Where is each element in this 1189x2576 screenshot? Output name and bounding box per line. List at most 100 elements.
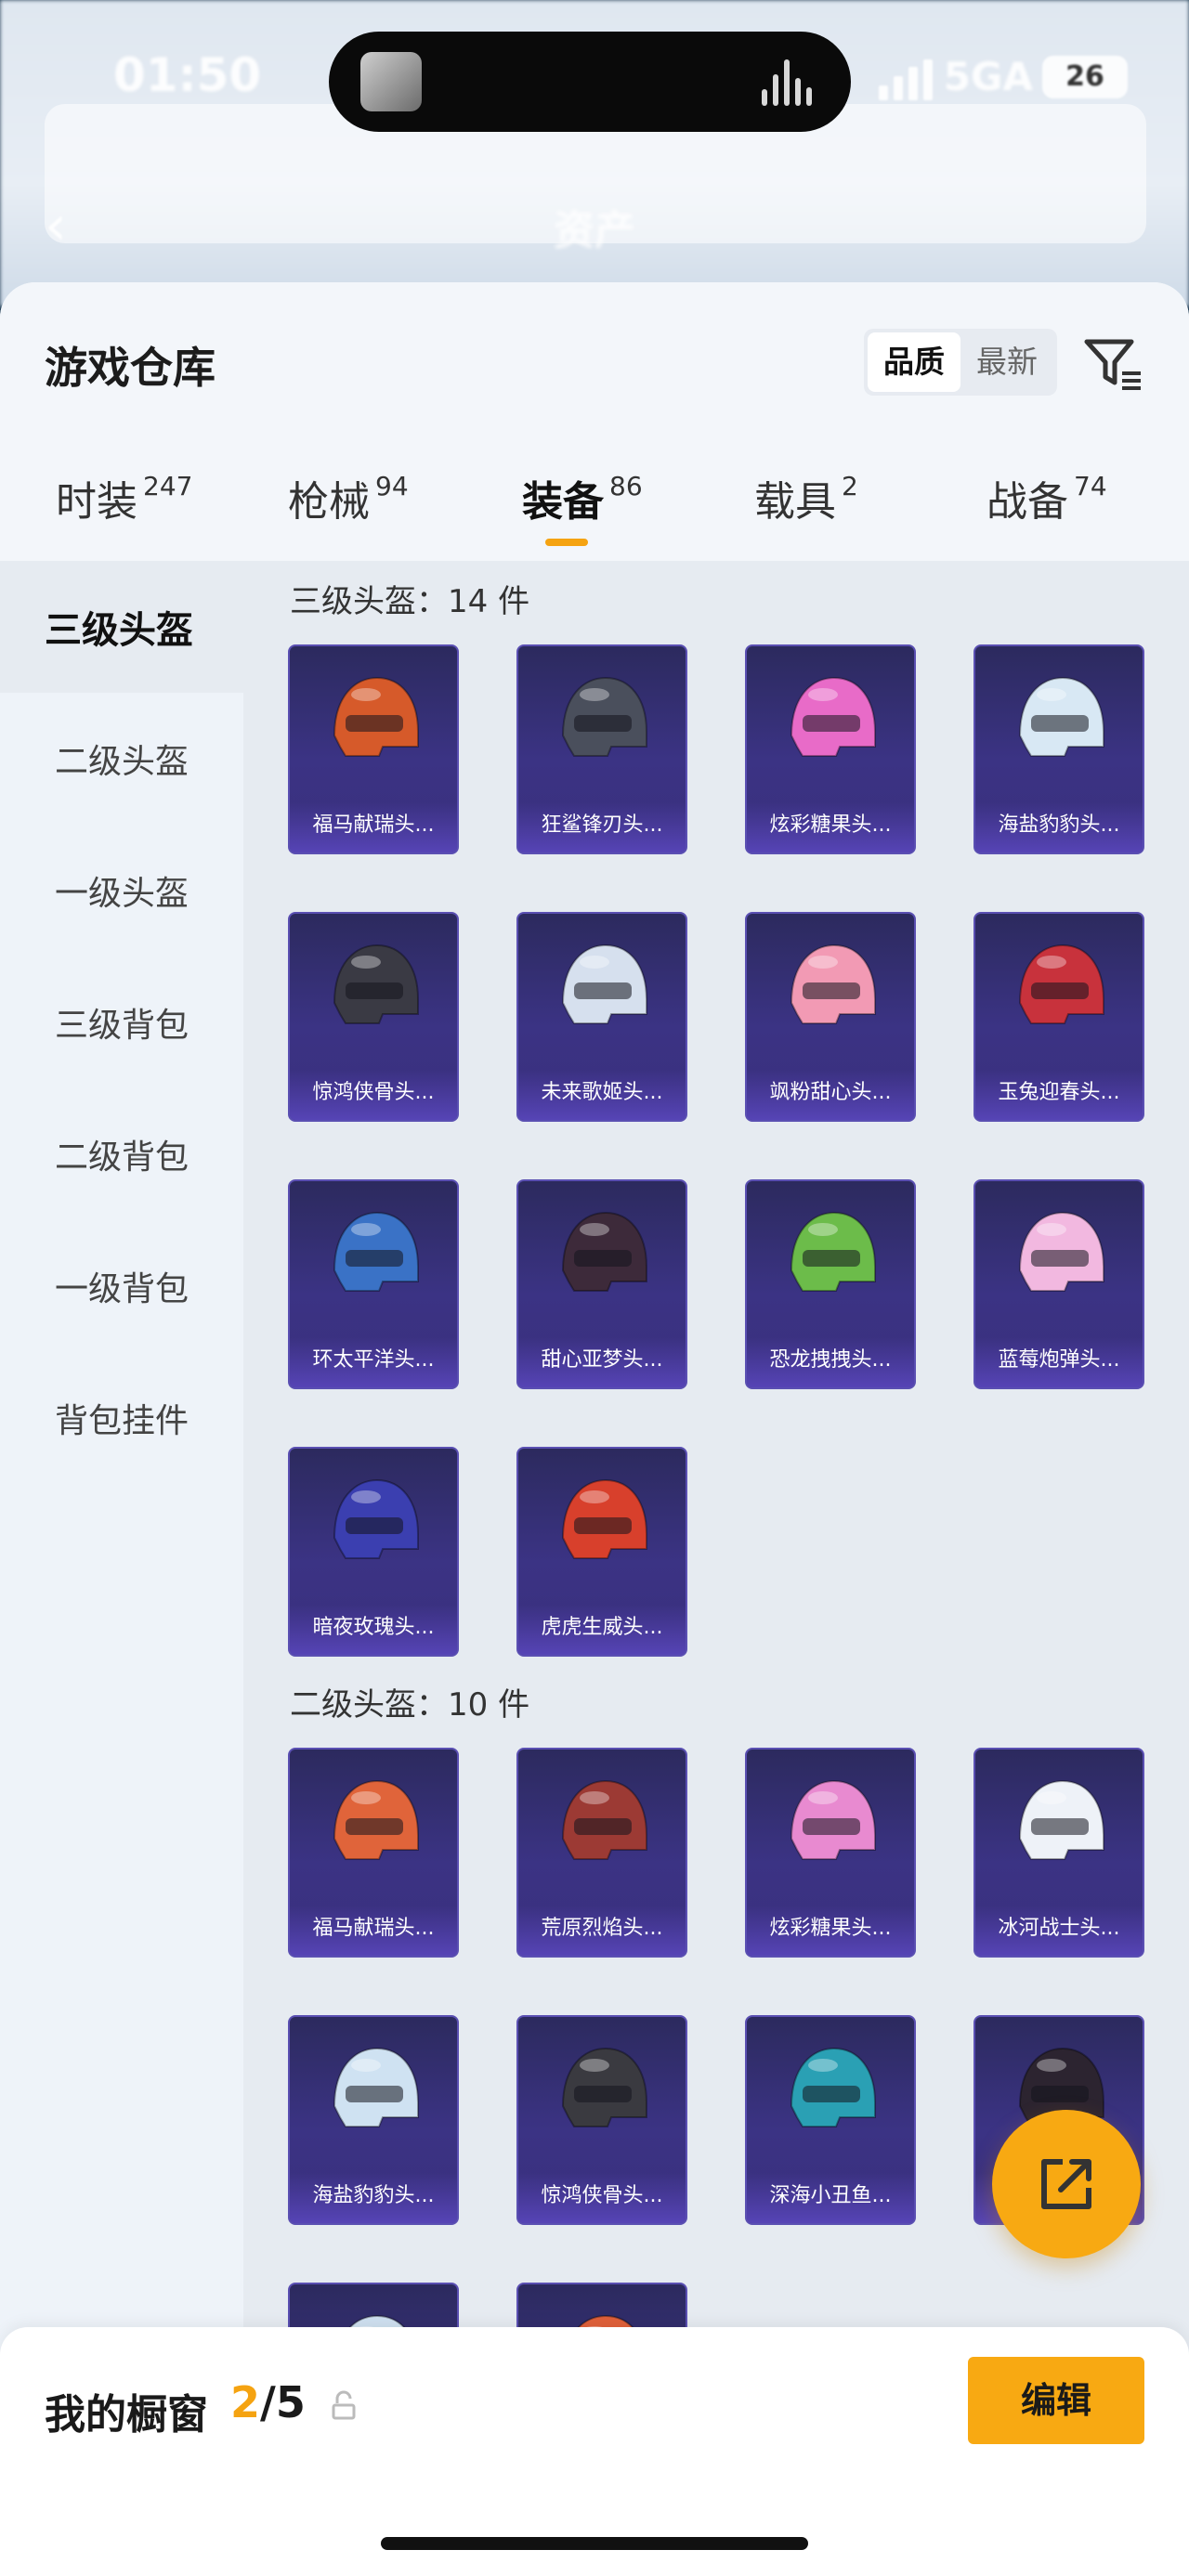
helmet-icon	[1018, 1211, 1104, 1292]
helmet-icon	[561, 943, 647, 1024]
share-button[interactable]	[992, 2110, 1141, 2258]
sheet-header: 游戏仓库 品质 最新 时装 247 枪械 94 装备 86 载具 2 战备 74	[0, 282, 1189, 561]
tab-label: 载具	[754, 478, 836, 526]
sidebar-item-backpack-charm[interactable]: 背包挂件	[0, 1352, 243, 1484]
item-card[interactable]: 惊鸿侠骨头...	[288, 912, 459, 1122]
tab-vehicles[interactable]: 载具 2	[754, 468, 858, 527]
tab-label: 战备	[986, 478, 1068, 526]
helmet-icon	[333, 1211, 419, 1292]
item-name: 恐龙拽拽头...	[769, 1348, 892, 1372]
item-card[interactable]: 环太平洋头...	[288, 1179, 459, 1389]
helmet-icon	[790, 2047, 876, 2127]
audio-wave-icon	[762, 59, 817, 106]
section-title: 二级头盔：10 件	[290, 1686, 530, 1724]
filter-icon[interactable]	[1079, 331, 1146, 397]
item-card[interactable]: 冰河战士头...	[973, 1748, 1144, 1958]
item-card[interactable]: 甜心亚梦头...	[516, 1179, 687, 1389]
item-name: 惊鸿侠骨头...	[541, 2184, 663, 2207]
item-name: 炫彩糖果头...	[769, 813, 892, 837]
sidebar-item-level3-backpack[interactable]: 三级背包	[0, 956, 243, 1088]
item-name: 甜心亚梦头...	[541, 1348, 663, 1372]
helmet-icon	[333, 943, 419, 1024]
battery-icon: 26	[1042, 56, 1128, 98]
tab-fashion[interactable]: 时装 247	[56, 468, 192, 527]
edit-button[interactable]: 编辑	[968, 2357, 1144, 2444]
helmet-icon	[333, 676, 419, 757]
tab-count: 86	[609, 471, 643, 502]
helmet-icon	[790, 943, 876, 1024]
item-name: 未来歌姬头...	[541, 1081, 663, 1104]
helmet-icon	[790, 676, 876, 757]
sort-newest-button[interactable]: 最新	[960, 332, 1053, 392]
status-time: 01:50	[113, 48, 262, 102]
item-card[interactable]: 恐龙拽拽头...	[745, 1179, 916, 1389]
item-name: 蓝莓炮弹头...	[998, 1348, 1120, 1372]
item-card[interactable]: 海盐豹豹头...	[973, 644, 1144, 854]
tab-label: 时装	[56, 478, 137, 526]
item-card[interactable]: 炫彩糖果头...	[745, 644, 916, 854]
page-title: 游戏仓库	[45, 343, 216, 393]
tab-weapons[interactable]: 枪械 94	[288, 468, 409, 527]
item-card[interactable]: 福马献瑞头...	[288, 644, 459, 854]
tab-supplies[interactable]: 战备 74	[986, 468, 1107, 527]
item-card[interactable]: 炫彩糖果头...	[745, 1748, 916, 1958]
helmet-icon	[1018, 1779, 1104, 1860]
showcase-total: /5	[260, 2377, 306, 2427]
item-name: 福马献瑞头...	[312, 813, 435, 837]
tab-count: 247	[143, 471, 193, 502]
home-indicator	[381, 2537, 808, 2550]
helmet-icon	[1018, 676, 1104, 757]
showcase-count: 2/5	[230, 2377, 306, 2427]
item-card[interactable]: 蓝莓炮弹头...	[973, 1179, 1144, 1389]
helmet-icon	[561, 1478, 647, 1559]
item-card[interactable]: 福马献瑞头...	[288, 1748, 459, 1958]
section-title: 三级头盔：14 件	[290, 583, 530, 620]
tab-count: 94	[375, 471, 409, 502]
signal-icon	[879, 59, 934, 100]
sidebar-item-level3-helmet[interactable]: 三级头盔	[0, 561, 243, 693]
item-name: 深海小丑鱼...	[769, 2184, 892, 2207]
active-tab-indicator	[545, 539, 588, 546]
sidebar-item-level2-helmet[interactable]: 二级头盔	[0, 693, 243, 825]
item-name: 飒粉甜心头...	[769, 1081, 892, 1104]
item-name: 福马献瑞头...	[312, 1917, 435, 1940]
item-name: 虎虎生威头...	[541, 1616, 663, 1639]
helmet-icon	[333, 2047, 419, 2127]
item-card[interactable]: 虎虎生威头...	[516, 1447, 687, 1657]
item-card[interactable]: 狂鲨锋刃头...	[516, 644, 687, 854]
tab-label: 装备	[522, 478, 604, 526]
item-name: 环太平洋头...	[312, 1348, 435, 1372]
helmet-icon	[790, 1779, 876, 1860]
item-card[interactable]: 惊鸿侠骨头...	[516, 2015, 687, 2225]
music-thumbnail	[360, 52, 422, 111]
helmet-icon	[561, 2047, 647, 2127]
helmet-icon	[790, 1211, 876, 1292]
item-name: 荒原烈焰头...	[541, 1917, 663, 1940]
helmet-icon	[1018, 943, 1104, 1024]
share-icon	[1041, 2159, 1091, 2209]
sidebar-item-level1-helmet[interactable]: 一级头盔	[0, 825, 243, 956]
tab-label: 枪械	[288, 478, 370, 526]
sidebar-item-level1-backpack[interactable]: 一级背包	[0, 1220, 243, 1352]
item-card[interactable]: 海盐豹豹头...	[288, 2015, 459, 2225]
lock-icon	[332, 2390, 356, 2420]
helmet-icon	[561, 676, 647, 757]
item-card[interactable]: 暗夜玫瑰头...	[288, 1447, 459, 1657]
sidebar: 三级头盔 二级头盔 一级头盔 三级背包 二级背包 一级背包 背包挂件	[0, 561, 243, 2576]
helmet-icon	[561, 1779, 647, 1860]
item-card[interactable]: 飒粉甜心头...	[745, 912, 916, 1122]
item-card[interactable]: 未来歌姬头...	[516, 912, 687, 1122]
sort-quality-button[interactable]: 品质	[868, 332, 960, 392]
tab-count: 2	[842, 471, 858, 502]
helmet-icon	[561, 1211, 647, 1292]
item-card[interactable]: 荒原烈焰头...	[516, 1748, 687, 1958]
item-card[interactable]: 深海小丑鱼...	[745, 2015, 916, 2225]
item-card[interactable]: 玉兔迎春头...	[973, 912, 1144, 1122]
sidebar-item-level2-backpack[interactable]: 二级背包	[0, 1088, 243, 1220]
showcase-label: 我的橱窗	[45, 2391, 208, 2439]
tab-count: 74	[1074, 471, 1107, 502]
helmet-icon	[333, 1779, 419, 1860]
item-name: 海盐豹豹头...	[998, 813, 1120, 837]
tab-equipment[interactable]: 装备 86	[522, 468, 643, 527]
item-name: 狂鲨锋刃头...	[541, 813, 663, 837]
